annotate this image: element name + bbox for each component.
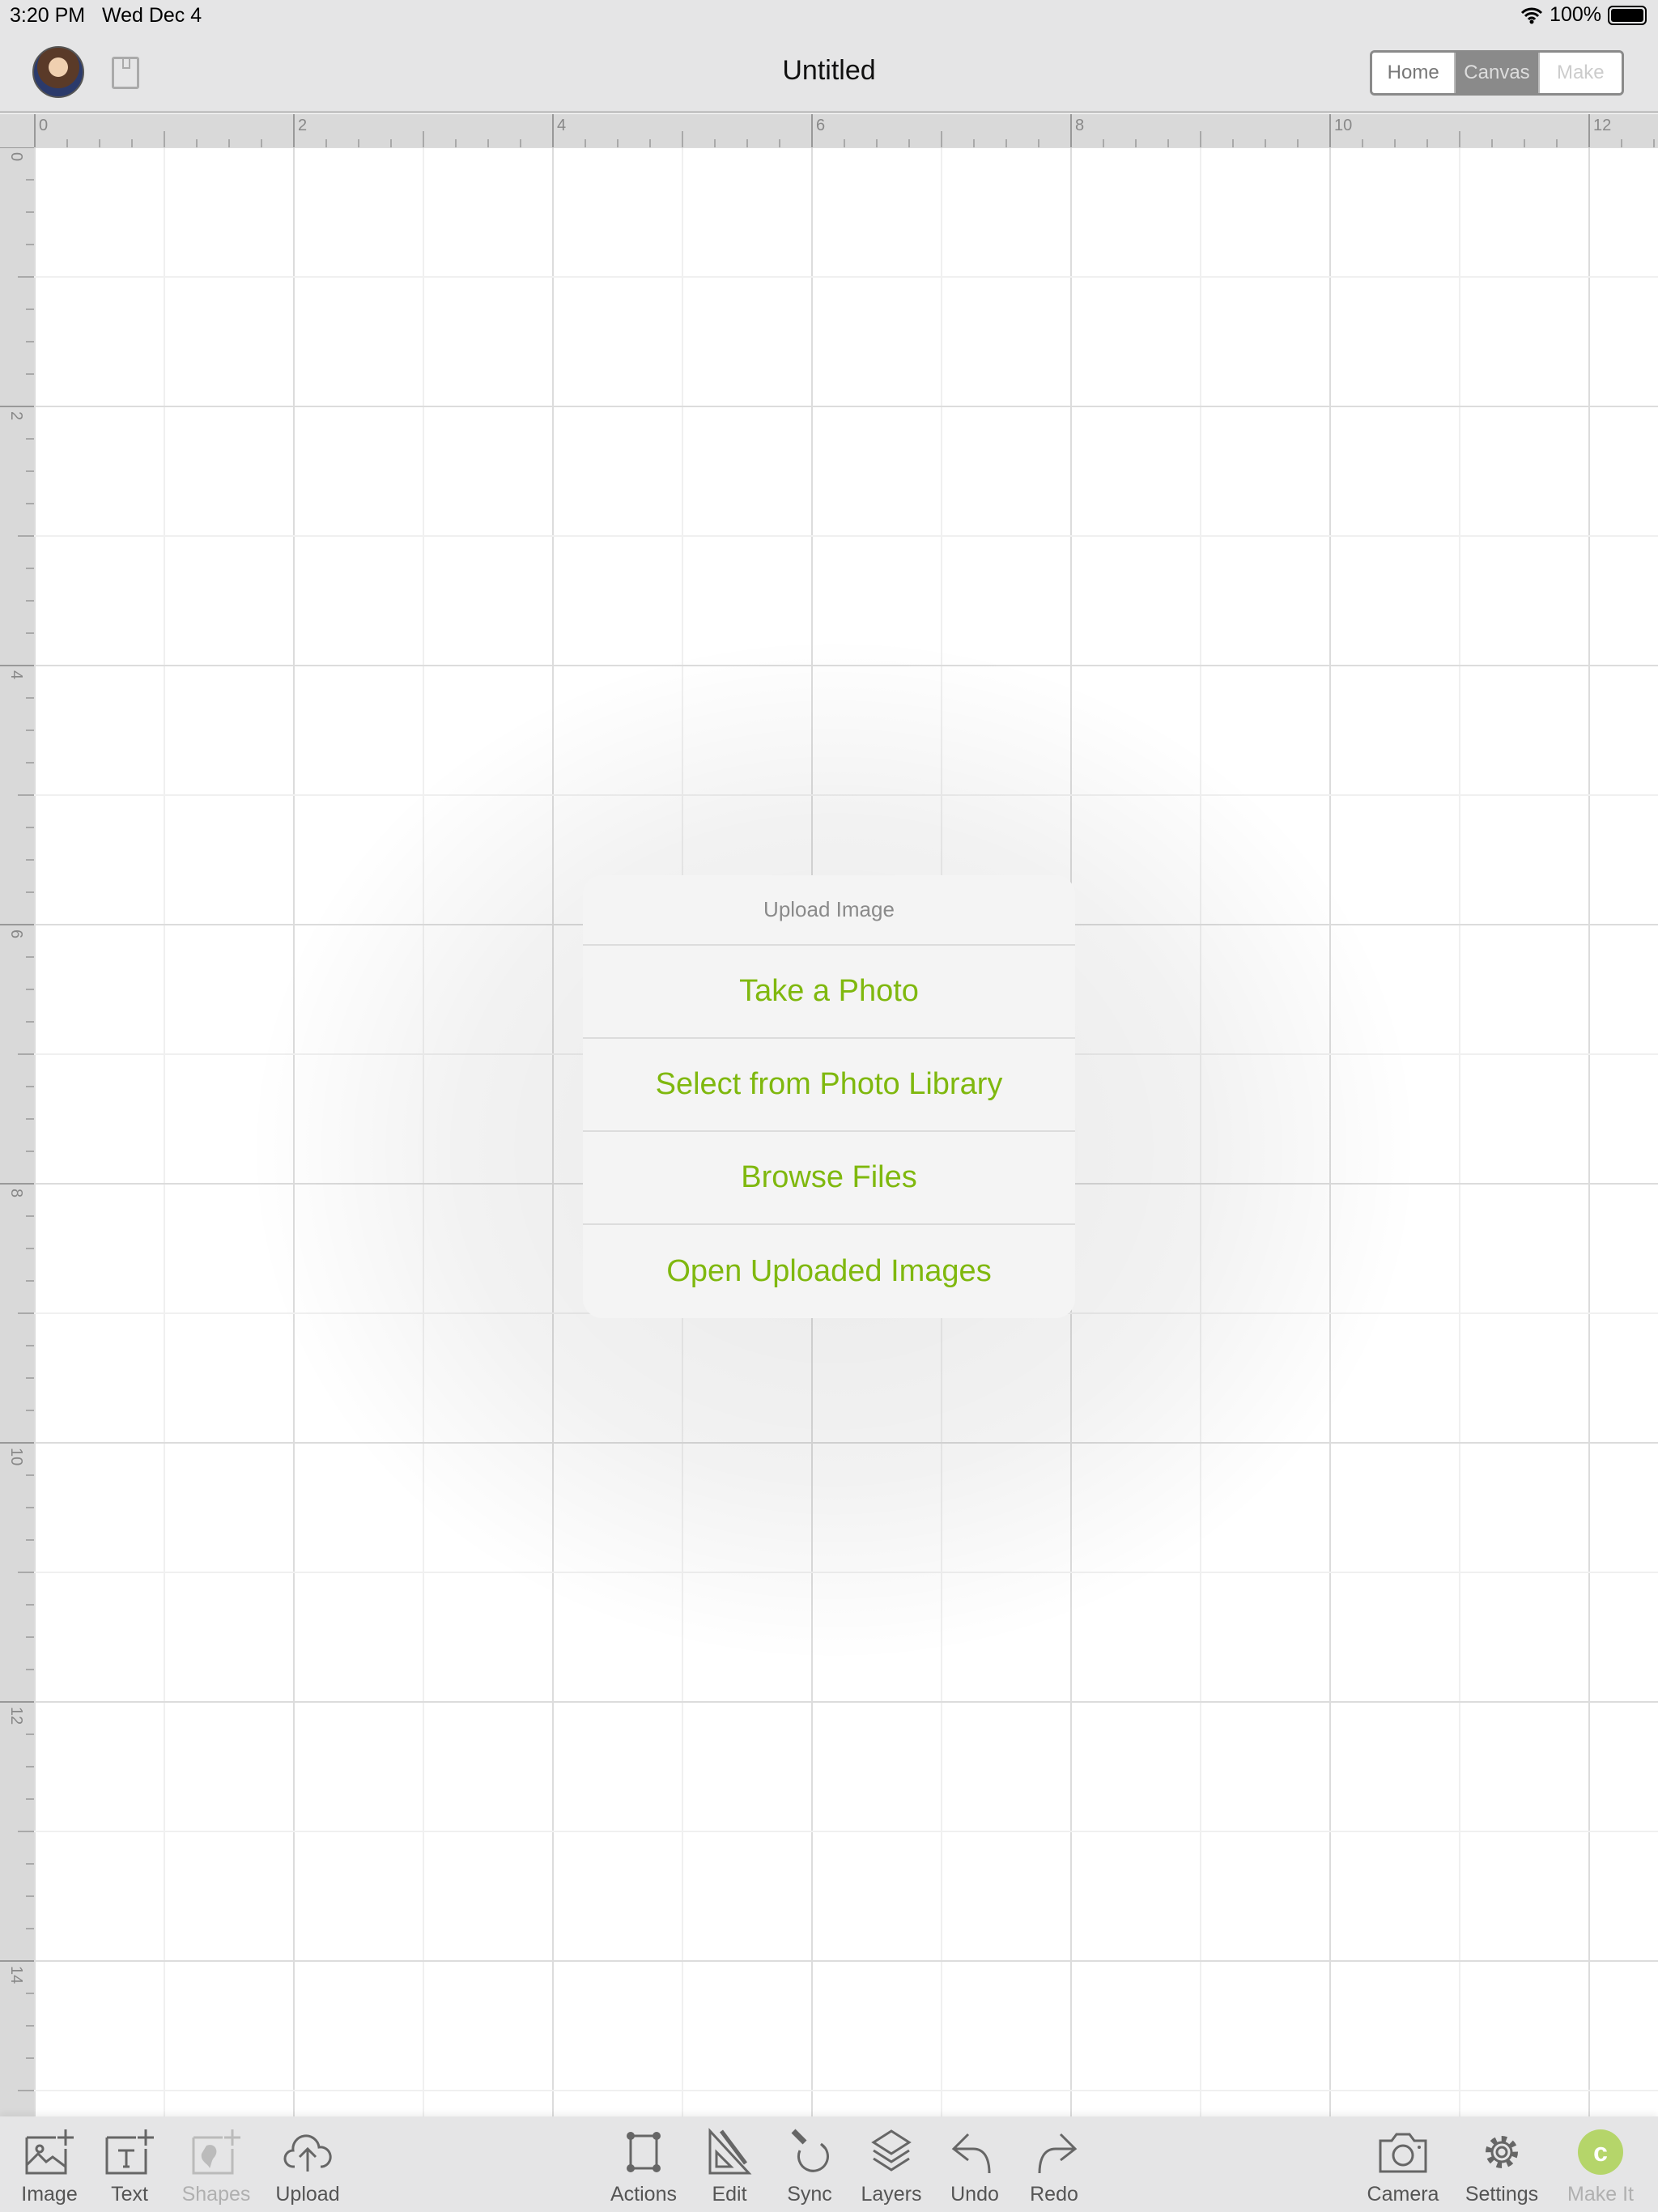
edit-icon [708, 2128, 752, 2175]
redo-button[interactable]: Redo [1010, 2128, 1099, 2206]
ruler-label: 6 [816, 117, 825, 134]
image-add-icon [25, 2129, 74, 2175]
upload-image-dialog: Upload Image Take a Photo Select from Ph… [583, 875, 1075, 1318]
ruler-label: 2 [298, 117, 307, 134]
camera-icon [1379, 2133, 1427, 2173]
tab-make[interactable]: Make [1537, 53, 1622, 93]
battery-icon [1608, 5, 1647, 25]
browse-files-option[interactable]: Browse Files [583, 1132, 1075, 1225]
ruler-label: 10 [1334, 117, 1352, 134]
ruler-label: 4 [7, 670, 25, 679]
camera-button[interactable]: Camera [1358, 2128, 1448, 2206]
ruler-label: 12 [1593, 117, 1611, 134]
edit-button[interactable]: Edit [685, 2128, 774, 2206]
bottom-toolbar: Image Text Shapes Upload Actions Edit Sy… [0, 2116, 1658, 2212]
ruler-label: 14 [7, 1966, 25, 1984]
tab-canvas[interactable]: Canvas [1454, 53, 1538, 93]
shapes-add-icon [192, 2129, 240, 2175]
layers-icon [871, 2129, 912, 2172]
ruler-label: 2 [7, 411, 25, 420]
dialog-title: Upload Image [583, 875, 1075, 946]
take-photo-option[interactable]: Take a Photo [583, 946, 1075, 1039]
sync-icon [791, 2129, 829, 2172]
battery-percent: 100% [1550, 3, 1601, 26]
redo-icon [1038, 2133, 1078, 2174]
make-it-icon: c [1578, 2129, 1623, 2175]
undo-icon [951, 2133, 991, 2174]
horizontal-ruler: 0 2 4 6 8 10 12 [0, 114, 1658, 147]
shapes-button[interactable]: Shapes [172, 2128, 261, 2206]
actions-icon [627, 2132, 661, 2172]
status-bar: 3:20 PM Wed Dec 4 100% [0, 0, 1658, 31]
ruler-label: 10 [7, 1448, 25, 1465]
photo-library-option[interactable]: Select from Photo Library [583, 1039, 1075, 1132]
undo-button[interactable]: Undo [930, 2128, 1019, 2206]
image-button[interactable]: Image [5, 2128, 94, 2206]
ruler-label: 8 [7, 1189, 25, 1197]
settings-button[interactable]: Settings [1457, 2128, 1546, 2206]
make-it-button[interactable]: c Make It [1556, 2128, 1645, 2206]
app-header: Untitled Home Canvas Make [0, 31, 1658, 113]
text-add-icon [105, 2129, 154, 2175]
ruler-label: 8 [1075, 117, 1084, 134]
mode-switcher: Home Canvas Make [1370, 50, 1624, 96]
cloud-upload-icon [283, 2134, 332, 2172]
layers-button[interactable]: Layers [847, 2128, 936, 2206]
vertical-ruler: 0 2 4 6 8 10 12 14 [0, 147, 34, 2116]
wifi-icon [1520, 7, 1543, 23]
ruler-label: 6 [7, 929, 25, 938]
upload-button[interactable]: Upload [263, 2128, 352, 2206]
ruler-label: 12 [7, 1707, 25, 1725]
tab-home[interactable]: Home [1372, 53, 1455, 93]
ruler-label: 4 [557, 117, 566, 134]
actions-button[interactable]: Actions [599, 2128, 688, 2206]
gear-icon [1486, 2136, 1518, 2168]
uploaded-images-option[interactable]: Open Uploaded Images [583, 1225, 1075, 1318]
status-time-date: 3:20 PM Wed Dec 4 [10, 4, 202, 27]
sync-button[interactable]: Sync [765, 2128, 854, 2206]
ruler-label: 0 [7, 152, 25, 161]
ruler-label: 0 [39, 117, 48, 134]
text-button[interactable]: Text [85, 2128, 174, 2206]
